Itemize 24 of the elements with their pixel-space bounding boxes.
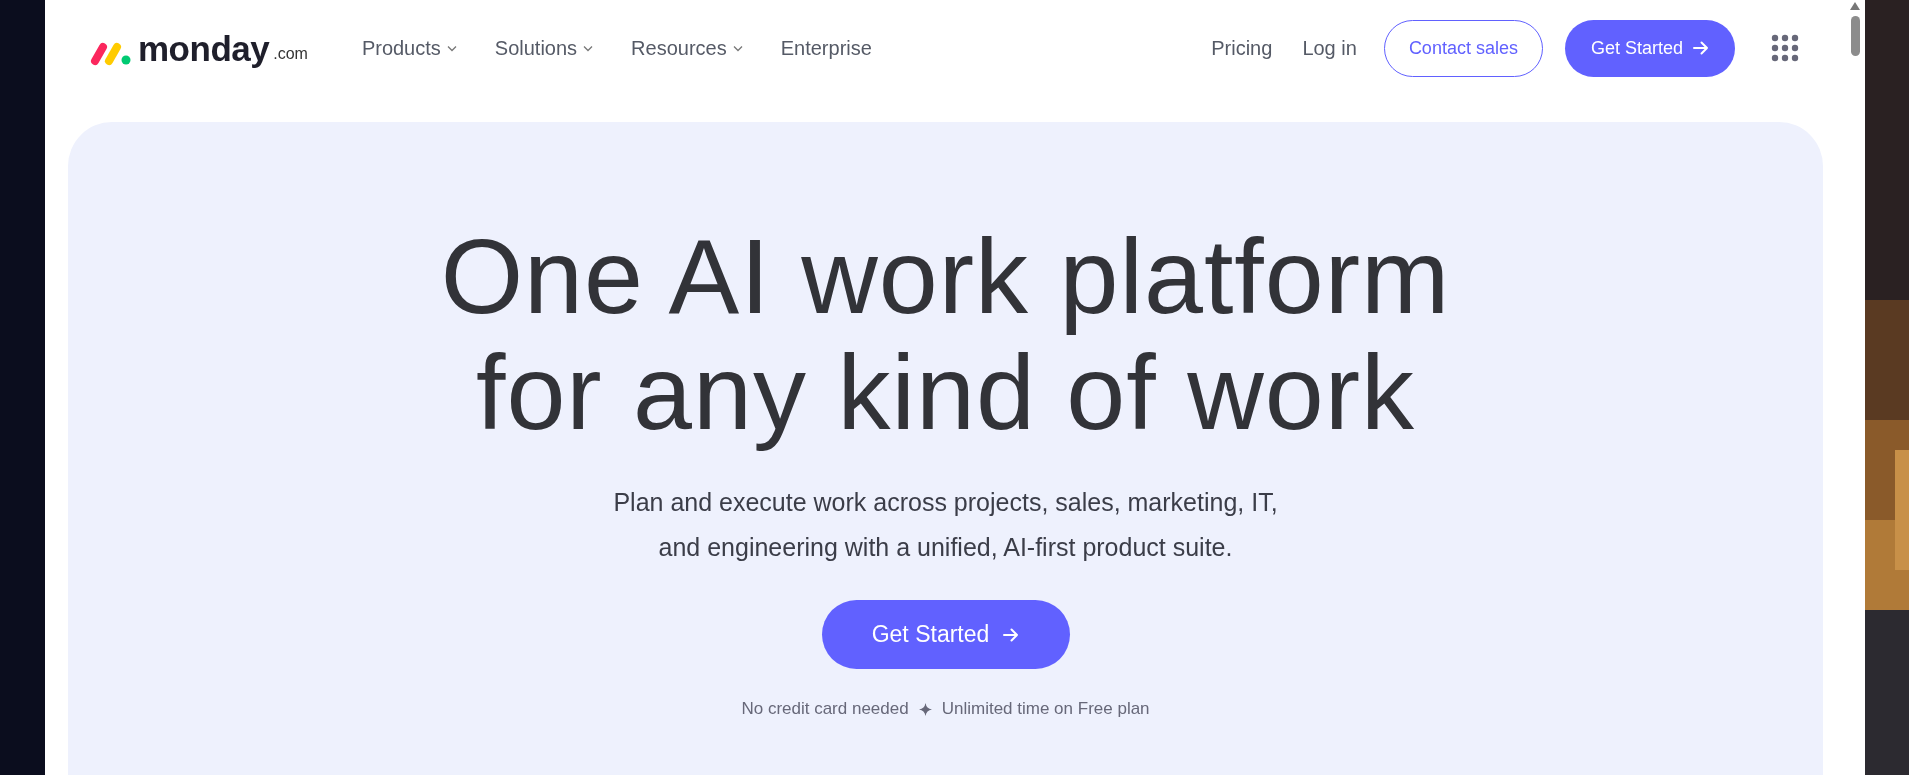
nav-link[interactable]: Pricing — [1196, 36, 1288, 60]
nav-menu-item[interactable]: Enterprise — [768, 36, 884, 60]
get-started-button[interactable]: Get Started — [821, 600, 1070, 669]
hero-subtitle: Plan and execute work across projects, sales, marketing, IT, and engineering with a unified, AI-first product suite. — [613, 487, 1278, 563]
chevron-icon — [583, 44, 594, 52]
nav-menu-item[interactable]: Products — [349, 36, 469, 60]
scroll-up-icon[interactable] — [1850, 2, 1860, 10]
logo-suffix: .com — [273, 44, 308, 63]
logo-wordmark[interactable]: monday — [138, 30, 270, 66]
scrollbar-thumb[interactable] — [1850, 16, 1860, 56]
sparkle-icon — [918, 702, 932, 716]
note-text: No credit card needed — [741, 699, 909, 719]
hero-title: One AI work platform for any kind of work — [440, 218, 1451, 450]
apps-grid-icon[interactable] — [1771, 34, 1799, 62]
get-started-button[interactable]: Get Started — [1564, 19, 1735, 77]
nav-menu-item[interactable]: Resources — [619, 36, 755, 60]
arrow-icon — [1003, 627, 1020, 642]
note-text: Unlimited time on Free plan — [941, 699, 1150, 719]
nav-menu-item[interactable]: Solutions — [482, 36, 606, 60]
nav-link[interactable]: Log in — [1287, 36, 1372, 60]
chevron-icon — [446, 44, 457, 52]
arrow-icon — [1693, 41, 1709, 55]
chevron-icon — [732, 44, 743, 52]
contact-sales-button[interactable]: Contact sales — [1383, 19, 1543, 77]
